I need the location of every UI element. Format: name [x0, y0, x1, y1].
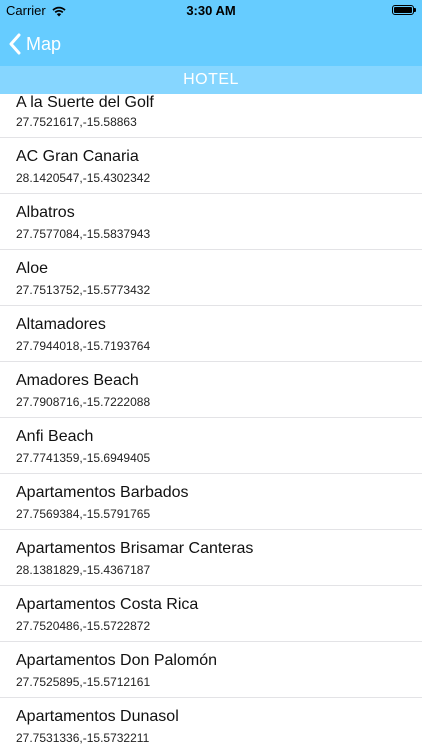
hotel-name: Altamadores: [16, 316, 106, 333]
navigation-bar: Map: [0, 22, 422, 66]
list-item[interactable]: Anfi Beach 27.7741359,-15.6949405: [0, 418, 422, 474]
hotel-coordinates: 27.7569384,-15.5791765: [16, 507, 151, 521]
section-header: HOTEL: [0, 66, 422, 94]
list-item[interactable]: Amadores Beach 27.7908716,-15.7222088: [0, 362, 422, 418]
list-item[interactable]: AC Gran Canaria 28.1420547,-15.4302342: [0, 138, 422, 194]
list-item[interactable]: Apartamentos Barbados 27.7569384,-15.5791…: [0, 474, 422, 530]
hotel-coordinates: 27.7520486,-15.5722872: [16, 619, 151, 633]
hotel-name: Aloe: [16, 260, 49, 277]
list-item[interactable]: Apartamentos Brisamar Canteras 28.1381829…: [0, 530, 422, 586]
hotel-coordinates: 28.1420547,-15.4302342: [16, 171, 151, 185]
hotel-coordinates: 27.7908716,-15.7222088: [16, 395, 151, 409]
hotel-name: Anfi Beach: [16, 428, 94, 445]
battery-icon: [392, 5, 416, 15]
back-button-label: Map: [26, 33, 62, 54]
hotel-name: Amadores Beach: [16, 372, 139, 389]
hotel-name: A la Suerte del Golf: [16, 94, 154, 111]
hotel-name: Apartamentos Brisamar Canteras: [16, 540, 254, 557]
hotel-coordinates: 27.7521617,-15.58863: [16, 115, 137, 129]
hotel-list[interactable]: A la Suerte del Golf 27.7521617,-15.58863…: [0, 82, 422, 750]
back-button[interactable]: Map: [8, 22, 61, 66]
hotel-name: Apartamentos Costa Rica: [16, 596, 199, 613]
hotel-name: AC Gran Canaria: [16, 148, 139, 165]
hotel-coordinates: 28.1381829,-15.4367187: [16, 563, 151, 577]
hotel-coordinates: 27.7741359,-15.6949405: [16, 451, 151, 465]
battery-level: [394, 7, 412, 13]
hotel-name: Albatros: [16, 204, 75, 221]
hotel-coordinates: 27.7525895,-15.5712161: [16, 675, 151, 689]
clock: 3:30 AM: [186, 3, 236, 18]
hotel-coordinates: 27.7513752,-15.5773432: [16, 283, 151, 297]
list-item[interactable]: Apartamentos Don Palomón 27.7525895,-15.5…: [0, 642, 422, 698]
list-item[interactable]: Albatros 27.7577084,-15.5837943: [0, 194, 422, 250]
hotel-coordinates: 27.7944018,-15.7193764: [16, 339, 151, 353]
chevron-left-icon: [9, 33, 21, 55]
list-item[interactable]: Aloe 27.7513752,-15.5773432: [0, 250, 422, 306]
list-item[interactable]: Apartamentos Costa Rica 27.7520486,-15.57…: [0, 586, 422, 642]
status-bar: Carrier 3:30 AM: [0, 0, 422, 22]
list-item[interactable]: Altamadores 27.7944018,-15.7193764: [0, 306, 422, 362]
hotel-coordinates: 27.7577084,-15.5837943: [16, 227, 151, 241]
hotel-name: Apartamentos Dunasol: [16, 708, 179, 725]
list-item[interactable]: Apartamentos Dunasol 27.7531336,-15.57322…: [0, 698, 422, 750]
hotel-coordinates: 27.7531336,-15.5732211: [16, 731, 150, 745]
hotel-name: Apartamentos Barbados: [16, 484, 189, 501]
hotel-name: Apartamentos Don Palomón: [16, 652, 217, 669]
